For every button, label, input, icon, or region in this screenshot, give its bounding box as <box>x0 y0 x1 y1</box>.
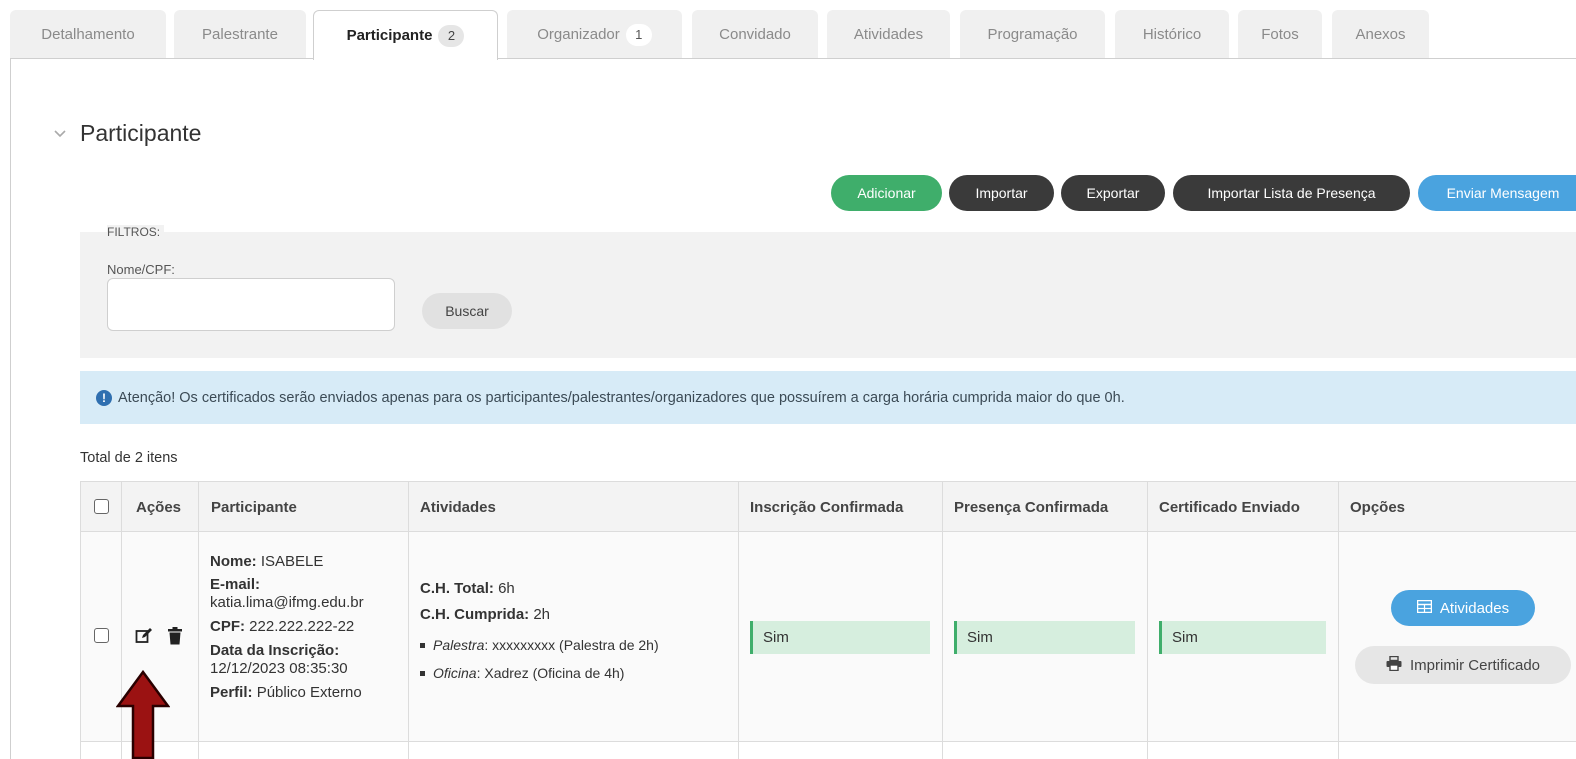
nome-label: Nome: <box>210 553 257 570</box>
tab-participante[interactable]: Participante 2 <box>313 10 498 60</box>
activities-info: C.H. Total: 6h C.H. Cumprida: 2h Palestr… <box>420 580 659 693</box>
header-presenca: Presença Confirmada <box>954 498 1109 516</box>
chevron-down-icon[interactable] <box>52 126 68 142</box>
row-checkbox[interactable] <box>94 628 109 643</box>
tab-divider <box>10 58 1576 59</box>
bullet <box>420 642 425 648</box>
list-item: Palestra: xxxxxxxxx (Palestra de 2h) <box>420 637 659 653</box>
tab-label: Convidado <box>719 26 791 43</box>
inscricao-status: Sim <box>750 621 930 654</box>
header-inscricao: Inscrição Confirmada <box>750 498 904 516</box>
participant-date: 12/12/2023 08:35:30 <box>210 660 348 677</box>
activities-button[interactable]: Atividades <box>1391 590 1535 626</box>
tab-label: Palestrante <box>202 26 278 43</box>
tab-anexos[interactable]: Anexos <box>1332 10 1429 59</box>
column-divider <box>198 482 199 759</box>
panel-border <box>10 58 11 759</box>
header-certificado: Certificado Enviado <box>1159 498 1300 516</box>
participant-cpf: 222.222.222-22 <box>249 618 355 635</box>
participant-profile: Público Externo <box>256 684 362 701</box>
tab-atividades[interactable]: Atividades <box>827 10 950 59</box>
data-label: Data da Inscrição: <box>210 642 340 659</box>
email-label: E-mail: <box>210 576 261 593</box>
tab-convidado[interactable]: Convidado <box>692 10 818 59</box>
participant-name: ISABELE <box>260 553 324 570</box>
import-button[interactable]: Importar <box>949 175 1054 211</box>
edit-icon[interactable] <box>135 627 153 649</box>
perfil-label: Perfil: <box>210 684 253 701</box>
participants-table: Ações Participante Atividades Inscrição … <box>80 481 1576 759</box>
activity-list: Palestra: xxxxxxxxx (Palestra de 2h) Ofi… <box>420 637 659 681</box>
filters-legend: FILTROS: <box>107 225 165 239</box>
tab-count: 1 <box>625 23 652 46</box>
tab-label: Histórico <box>1142 26 1202 43</box>
ch-cumprida-label: C.H. Cumprida: <box>420 606 530 623</box>
print-certificate-button[interactable]: Imprimir Certificado <box>1355 646 1571 684</box>
column-divider <box>1338 482 1339 759</box>
search-button[interactable]: Buscar <box>422 293 512 329</box>
ch-total-label: C.H. Total: <box>420 580 494 597</box>
certificate-alert: ! Atenção! Os certificados serão enviado… <box>80 371 1576 424</box>
page-title: Participante <box>80 120 202 146</box>
tab-label: Anexos <box>1355 26 1406 43</box>
cpf-label: CPF: <box>210 618 245 635</box>
alert-text: Atenção! Os certificados serão enviados … <box>118 389 1125 406</box>
activity-desc: : Xadrez (Oficina de 4h) <box>476 665 625 681</box>
tab-fotos[interactable]: Fotos <box>1238 10 1322 59</box>
tab-label: Programação <box>987 26 1078 43</box>
ch-total: 6h <box>498 580 515 597</box>
activity-desc: : xxxxxxxxx (Palestra de 2h) <box>484 637 659 653</box>
tab-label: Participante <box>346 27 433 44</box>
activities-button-label: Atividades <box>1439 599 1510 617</box>
print-button-label: Imprimir Certificado <box>1409 656 1541 674</box>
name-cpf-input[interactable] <box>107 278 395 331</box>
info-icon: ! <box>96 389 112 406</box>
header-acoes: Ações <box>136 498 182 516</box>
tab-historico[interactable]: Histórico <box>1115 10 1229 59</box>
tab-bar: Detalhamento Palestrante Participante 2 O… <box>0 10 1576 60</box>
tab-organizador[interactable]: Organizador 1 <box>507 10 682 59</box>
name-cpf-label: Nome/CPF: <box>107 262 175 277</box>
activity-type: Palestra <box>433 637 485 653</box>
tab-programacao[interactable]: Programação <box>960 10 1105 59</box>
tab-label: Atividades <box>853 26 924 43</box>
row-actions <box>135 627 183 649</box>
tab-label: Fotos <box>1261 26 1299 43</box>
printer-icon <box>1386 655 1402 675</box>
header-opcoes: Opções <box>1350 498 1406 516</box>
participant-email: katia.lima@ifmg.edu.br <box>210 594 364 611</box>
tab-detalhamento[interactable]: Detalhamento <box>10 10 166 59</box>
column-divider <box>1147 482 1148 759</box>
tab-count: 2 <box>438 24 465 47</box>
column-divider <box>942 482 943 759</box>
export-button[interactable]: Exportar <box>1061 175 1165 211</box>
activity-type: Oficina <box>433 665 477 681</box>
table-icon <box>1416 599 1433 617</box>
trash-icon[interactable] <box>167 627 183 649</box>
import-attendance-button[interactable]: Importar Lista de Presença <box>1173 175 1410 211</box>
section-header[interactable]: Participante <box>52 120 201 147</box>
header-atividades: Atividades <box>420 498 496 516</box>
presenca-status: Sim <box>954 621 1135 654</box>
header-participante: Participante <box>211 498 297 516</box>
send-message-button[interactable]: Enviar Mensagem <box>1418 175 1576 211</box>
list-item: Oficina: Xadrez (Oficina de 4h) <box>420 665 659 681</box>
bullet <box>420 670 425 676</box>
tab-label: Organizador <box>537 26 620 43</box>
add-button[interactable]: Adicionar <box>831 175 942 211</box>
select-all-checkbox[interactable] <box>94 499 109 514</box>
total-items: Total de 2 itens <box>80 450 178 466</box>
tab-label: Detalhamento <box>41 26 135 43</box>
ch-cumprida: 2h <box>533 606 551 623</box>
certificado-status: Sim <box>1159 621 1326 654</box>
column-divider <box>738 482 739 759</box>
arrow-up-annotation-icon <box>116 670 170 759</box>
participant-info: Nome: ISABELE E-mail: katia.lima@ifmg.edu… <box>210 553 410 707</box>
tab-palestrante[interactable]: Palestrante <box>174 10 306 59</box>
